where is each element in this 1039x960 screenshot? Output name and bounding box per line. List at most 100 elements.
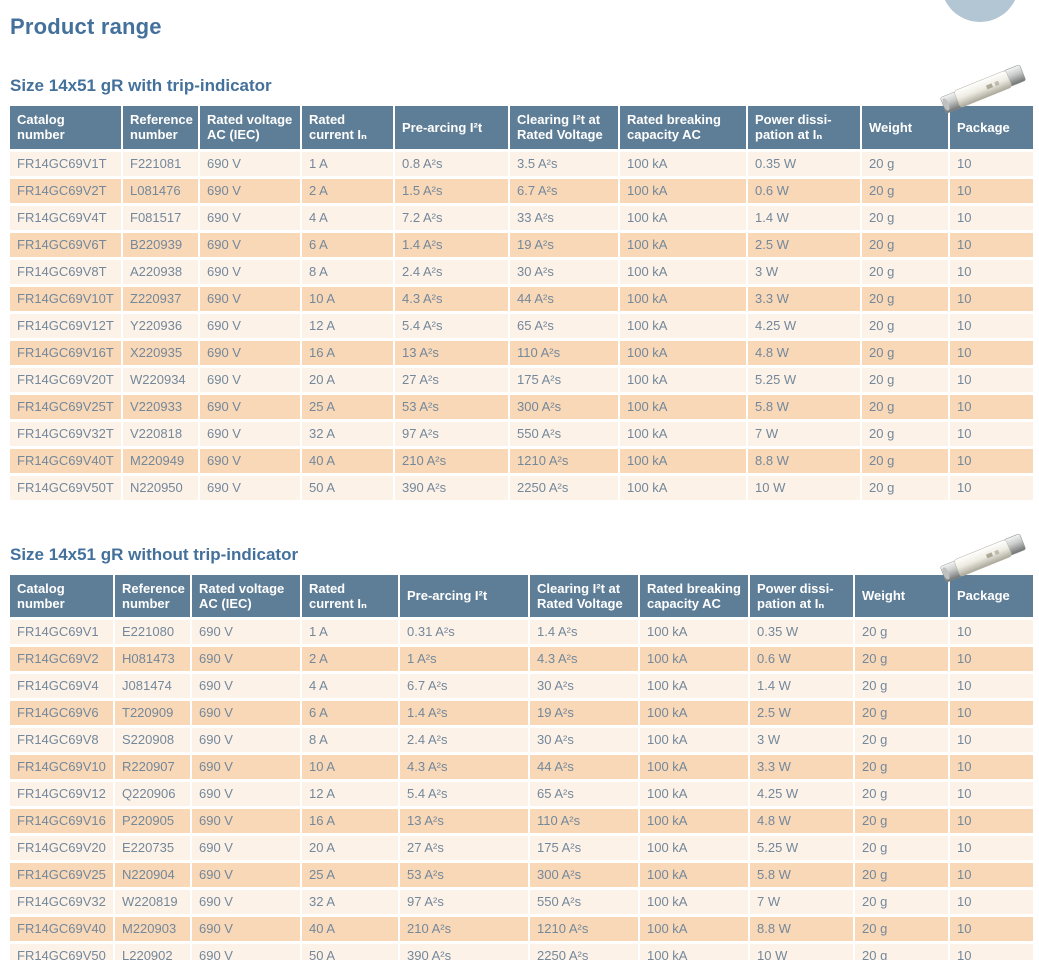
table-cell: 10	[950, 152, 1033, 176]
table-cell: 12 A	[302, 314, 393, 338]
table-cell: 100 kA	[640, 836, 748, 860]
table-cell: F081517	[123, 206, 198, 230]
table-row: FR14GC69V8TA220938690 V8 A2.4 A²s30 A²s1…	[10, 260, 1033, 284]
table-row: FR14GC69V50TN220950690 V50 A390 A²s2250 …	[10, 476, 1033, 500]
table-cell: 110 A²s	[530, 809, 638, 833]
table-row: FR14GC69V6TB220939690 V6 A1.4 A²s19 A²s1…	[10, 233, 1033, 257]
table-cell: 100 kA	[640, 890, 748, 914]
table-cell: 4.25 W	[750, 782, 853, 806]
table-cell: 10	[950, 368, 1033, 392]
table-cell: 8 A	[302, 260, 393, 284]
table-cell: 10	[950, 314, 1033, 338]
table-cell: 4 A	[302, 674, 398, 698]
table-cell: 690 V	[200, 449, 300, 473]
table-cell: 100 kA	[640, 647, 748, 671]
table-cell: 2.5 W	[750, 701, 853, 725]
table-cell: 690 V	[192, 620, 300, 644]
table-cell: B220939	[123, 233, 198, 257]
table-cell: 100 kA	[640, 755, 748, 779]
table-cell: 10	[950, 809, 1033, 833]
table-cell: 2250 A²s	[530, 944, 638, 960]
table-cell: 100 kA	[620, 449, 746, 473]
table-cell: 550 A²s	[510, 422, 618, 446]
table-cell: FR14GC69V10T	[10, 287, 121, 311]
table-cell: 20 g	[862, 341, 948, 365]
table-cell: Y220936	[123, 314, 198, 338]
header-row: Catalog numberReference numberRated volt…	[10, 575, 1033, 618]
table-cell: 2 A	[302, 179, 393, 203]
table-cell: 5.4 A²s	[395, 314, 508, 338]
table-cell: 25 A	[302, 863, 398, 887]
column-header: Rated breaking capacity AC	[640, 575, 748, 618]
table-cell: 690 V	[192, 701, 300, 725]
fuse-photo-icon	[937, 62, 1029, 116]
table-cell: 100 kA	[640, 701, 748, 725]
table-cell: 4.8 W	[750, 809, 853, 833]
table-cell: 6 A	[302, 701, 398, 725]
table-cell: 10	[950, 836, 1033, 860]
table-cell: 53 A²s	[395, 395, 508, 419]
table-cell: 1210 A²s	[530, 917, 638, 941]
table-cell: 10	[950, 206, 1033, 230]
table-cell: 1 A	[302, 620, 398, 644]
table-cell: 20 g	[855, 944, 948, 960]
table-cell: 690 V	[192, 917, 300, 941]
table-cell: FR14GC69V4T	[10, 206, 121, 230]
table-cell: 40 A	[302, 449, 393, 473]
table-row: FR14GC69V2H081473690 V2 A1 A²s4.3 A²s100…	[10, 647, 1033, 671]
table-cell: FR14GC69V25	[10, 863, 113, 887]
table-cell: 1 A	[302, 152, 393, 176]
table-cell: 110 A²s	[510, 341, 618, 365]
table-cell: 5.25 W	[750, 836, 853, 860]
table-cell: 3.3 W	[750, 755, 853, 779]
table-cell: FR14GC69V20	[10, 836, 113, 860]
table-cell: 20 A	[302, 836, 398, 860]
table-cell: 690 V	[200, 368, 300, 392]
table-cell: 690 V	[192, 890, 300, 914]
table-cell: 100 kA	[620, 368, 746, 392]
table-row: FR14GC69V20E220735690 V20 A27 A²s175 A²s…	[10, 836, 1033, 860]
table-cell: FR14GC69V32T	[10, 422, 121, 446]
table-row: FR14GC69V12Q220906690 V12 A5.4 A²s65 A²s…	[10, 782, 1033, 806]
table-cell: 1.4 A²s	[530, 620, 638, 644]
table-cell: 50 A	[302, 476, 393, 500]
table-row: FR14GC69V40M220903690 V40 A210 A²s1210 A…	[10, 917, 1033, 941]
table-cell: 7 W	[750, 890, 853, 914]
table-cell: 690 V	[200, 179, 300, 203]
table-cell: J081474	[115, 674, 190, 698]
table-cell: 10	[950, 179, 1033, 203]
table-cell: 690 V	[192, 728, 300, 752]
column-header: Rated breaking capacity AC	[620, 106, 746, 149]
table-cell: 690 V	[200, 287, 300, 311]
table-cell: 100 kA	[640, 944, 748, 960]
table-cell: 3.3 W	[748, 287, 860, 311]
table-cell: 4 A	[302, 206, 393, 230]
table-cell: 100 kA	[620, 476, 746, 500]
table-cell: 20 g	[862, 476, 948, 500]
table-cell: 10	[950, 341, 1033, 365]
table-cell: 3 W	[748, 260, 860, 284]
table-cell: 390 A²s	[400, 944, 528, 960]
table-cell: FR14GC69V32	[10, 890, 113, 914]
table-cell: 13 A²s	[395, 341, 508, 365]
column-header: Reference number	[115, 575, 190, 618]
table-cell: 100 kA	[620, 422, 746, 446]
table-cell: 4.3 A²s	[400, 755, 528, 779]
table-cell: 8 A	[302, 728, 398, 752]
table-cell: 25 A	[302, 395, 393, 419]
table-cell: 27 A²s	[395, 368, 508, 392]
table-cell: 1.4 W	[750, 674, 853, 698]
table-cell: 32 A	[302, 890, 398, 914]
column-header: Pre-arcing I²t	[395, 106, 508, 149]
table-cell: 10 A	[302, 287, 393, 311]
column-header: Rated voltage AC (IEC)	[200, 106, 300, 149]
table-cell: 100 kA	[620, 152, 746, 176]
table-cell: 10	[950, 287, 1033, 311]
table-row: FR14GC69V25N220904690 V25 A53 A²s300 A²s…	[10, 863, 1033, 887]
table-cell: 0.31 A²s	[400, 620, 528, 644]
table-cell: FR14GC69V40T	[10, 449, 121, 473]
table-cell: 4.3 A²s	[395, 287, 508, 311]
table-cell: 2.4 A²s	[400, 728, 528, 752]
table-cell: 690 V	[192, 944, 300, 960]
table-cell: 690 V	[200, 395, 300, 419]
